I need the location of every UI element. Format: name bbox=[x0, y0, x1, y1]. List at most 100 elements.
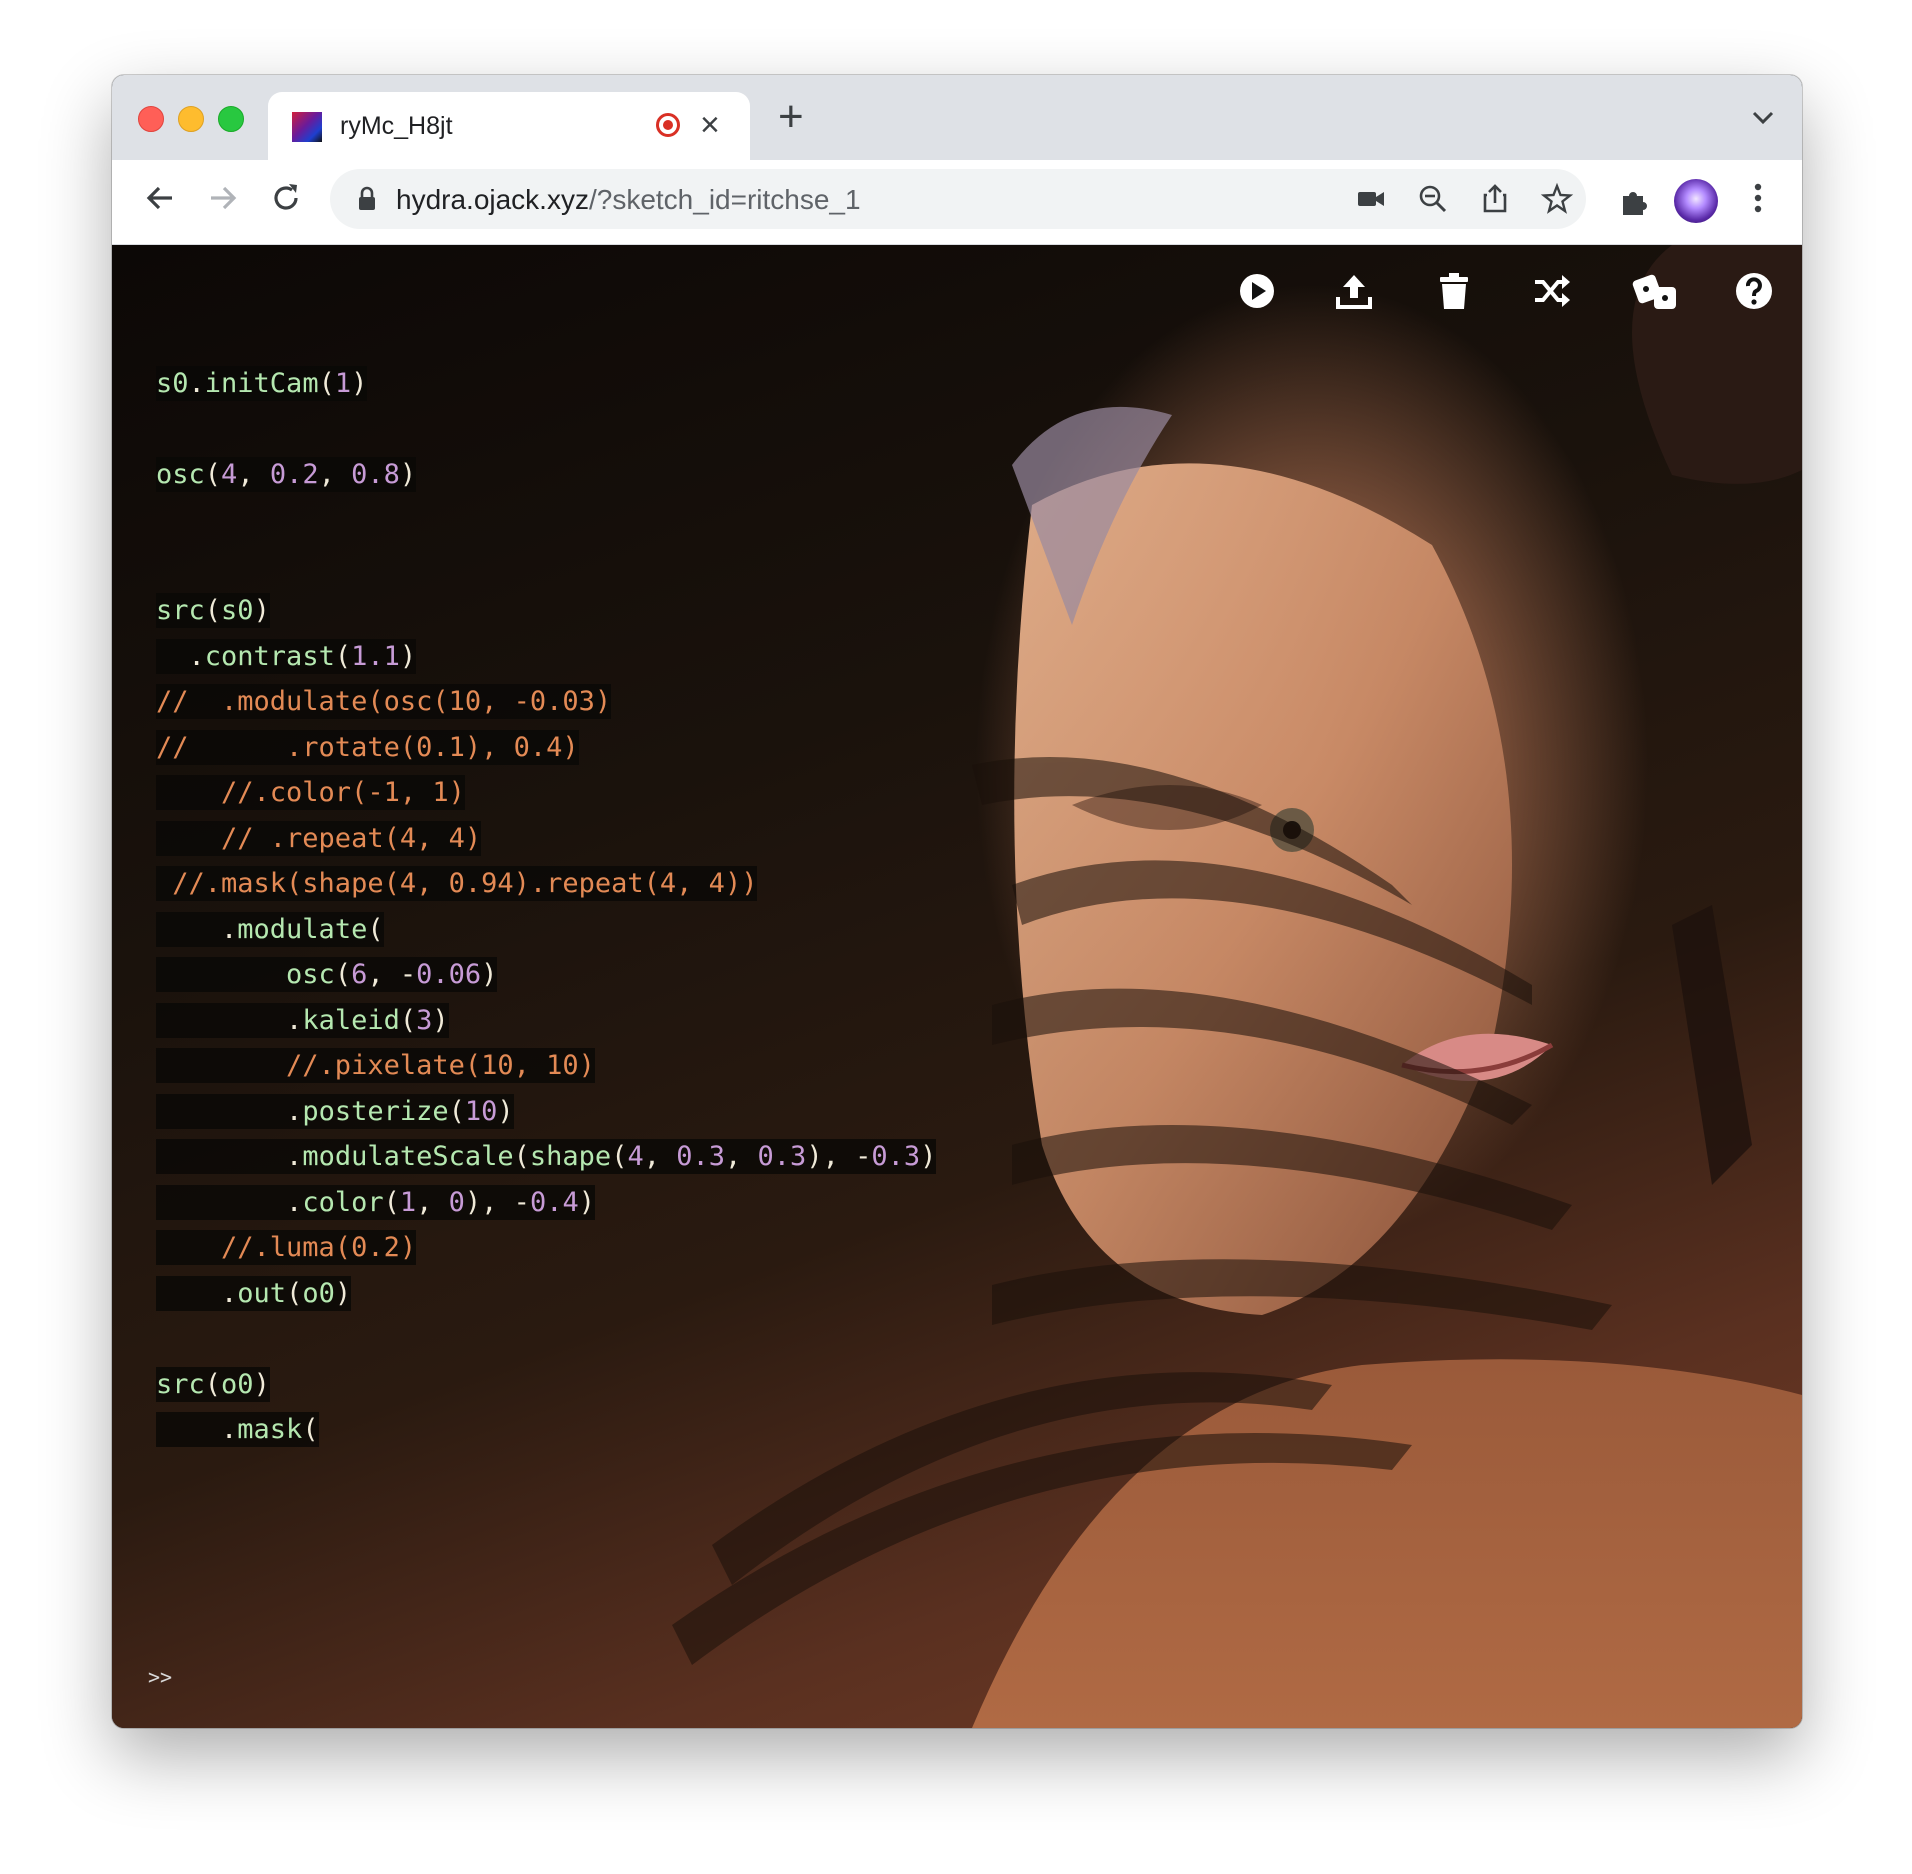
code-line-text: .modulate( bbox=[156, 911, 384, 947]
code-line[interactable]: .modulate( bbox=[156, 907, 936, 953]
code-token: ( bbox=[334, 640, 352, 672]
code-token: ( bbox=[334, 959, 352, 990]
extensions-icon[interactable] bbox=[1616, 184, 1652, 220]
zoom-out-icon[interactable] bbox=[1416, 182, 1450, 216]
back-button[interactable] bbox=[142, 180, 178, 224]
url-text[interactable]: hydra.ojack.xyz/?sketch_id=ritchse_1 bbox=[396, 184, 861, 216]
code-token: src bbox=[156, 1368, 205, 1400]
code-token: ( bbox=[318, 367, 335, 399]
code-line-text: s0.initCam(1) bbox=[156, 365, 368, 401]
code-line-text: .out(o0) bbox=[156, 1275, 352, 1311]
code-token: shape bbox=[529, 1141, 612, 1172]
code-token: contrast bbox=[204, 640, 335, 672]
code-line[interactable]: .color(1, 0), -0.4) bbox=[156, 1180, 936, 1226]
code-token: ( bbox=[367, 913, 384, 945]
shuffle-icon[interactable] bbox=[1532, 271, 1572, 311]
profile-avatar[interactable] bbox=[1674, 179, 1718, 223]
console-prompt[interactable]: >> bbox=[148, 1665, 172, 1689]
code-line[interactable] bbox=[156, 1316, 936, 1362]
code-line[interactable]: // .modulate(osc(10, -0.03) bbox=[156, 679, 936, 725]
camera-icon[interactable] bbox=[1354, 182, 1388, 216]
code-line[interactable]: //.luma(0.2) bbox=[156, 1225, 936, 1271]
upload-icon[interactable] bbox=[1334, 271, 1374, 311]
code-line-text: .modulateScale(shape(4, 0.3, 0.3), -0.3) bbox=[156, 1139, 937, 1174]
code-token: ) bbox=[497, 1095, 514, 1127]
code-line[interactable] bbox=[156, 406, 936, 452]
code-line[interactable]: //.color(-1, 1) bbox=[156, 770, 936, 816]
code-line-text: src(s0) bbox=[156, 593, 270, 628]
code-token: ), - bbox=[464, 1186, 530, 1218]
run-icon[interactable] bbox=[1237, 271, 1277, 311]
code-line[interactable] bbox=[156, 315, 936, 361]
hydra-canvas[interactable]: s0.initCam(1) osc(4, 0.2, 0.8) src(s0) .co… bbox=[112, 245, 1802, 1728]
code-line[interactable] bbox=[156, 543, 936, 589]
code-token: , bbox=[725, 1141, 758, 1172]
code-line[interactable]: src(s0) bbox=[156, 588, 936, 634]
tab-close-button[interactable]: × bbox=[700, 108, 720, 142]
tab-search-button[interactable] bbox=[1752, 105, 1774, 131]
random-dice-icon[interactable] bbox=[1632, 271, 1678, 311]
code-token: 4 bbox=[221, 458, 238, 490]
maximize-window-button[interactable] bbox=[218, 106, 244, 132]
close-window-button[interactable] bbox=[138, 106, 164, 132]
code-line[interactable] bbox=[156, 497, 936, 543]
reload-icon bbox=[274, 184, 298, 210]
code-token: ), - bbox=[806, 1141, 872, 1172]
code-line[interactable]: .posterize(10) bbox=[156, 1089, 936, 1135]
code-editor[interactable]: s0.initCam(1) osc(4, 0.2, 0.8) src(s0) .co… bbox=[156, 315, 937, 1453]
help-icon[interactable] bbox=[1734, 271, 1774, 311]
code-token: . bbox=[156, 1277, 238, 1309]
tab-active[interactable]: ryMc_H8jt × bbox=[268, 92, 750, 160]
code-line[interactable]: .out(o0) bbox=[156, 1271, 936, 1317]
code-line[interactable]: // .rotate(0.1), 0.4) bbox=[156, 725, 936, 771]
code-token: ( bbox=[399, 1004, 417, 1036]
clear-icon[interactable] bbox=[1434, 271, 1474, 311]
code-line[interactable]: // .repeat(4, 4) bbox=[156, 816, 936, 862]
code-token: 0.8 bbox=[351, 458, 400, 490]
code-token: s0 bbox=[156, 367, 189, 399]
code-line[interactable]: s0.initCam(1) bbox=[156, 361, 936, 407]
code-token: . bbox=[156, 1095, 303, 1127]
code-line[interactable]: .mask( bbox=[156, 1407, 936, 1453]
code-line-text: // .modulate(osc(10, -0.03) bbox=[156, 684, 612, 719]
code-token: out bbox=[237, 1277, 287, 1309]
code-line[interactable]: //.pixelate(10, 10) bbox=[156, 1043, 936, 1089]
code-line-text: //.color(-1, 1) bbox=[156, 775, 465, 810]
code-token: 1.1 bbox=[351, 640, 400, 672]
star-icon[interactable] bbox=[1540, 182, 1574, 216]
favicon-icon bbox=[292, 112, 322, 142]
code-token: 0.06 bbox=[416, 959, 482, 990]
code-line[interactable]: .kaleid(3) bbox=[156, 998, 936, 1044]
code-line-text: .color(1, 0), -0.4) bbox=[156, 1184, 595, 1220]
code-token: ) bbox=[432, 1004, 449, 1036]
code-line-text: .posterize(10) bbox=[156, 1093, 514, 1129]
code-line-text: .mask( bbox=[156, 1412, 319, 1447]
code-token: ( bbox=[204, 1368, 222, 1400]
code-line-text: osc(4, 0.2, 0.8) bbox=[156, 456, 417, 492]
code-token: 0 bbox=[448, 1186, 465, 1218]
more-menu-button[interactable] bbox=[1752, 180, 1764, 225]
more-icon bbox=[1754, 183, 1762, 213]
share-icon[interactable] bbox=[1478, 182, 1512, 216]
code-line[interactable]: .modulateScale(shape(4, 0.3, 0.3), -0.3) bbox=[156, 1134, 937, 1180]
code-token: ( bbox=[611, 1141, 628, 1172]
code-token: // .repeat(4, 4) bbox=[156, 822, 482, 854]
code-token: s0 bbox=[221, 595, 254, 626]
code-line[interactable]: //.mask(shape(4, 0.94).repeat(4, 4)) bbox=[156, 861, 936, 907]
code-token: modulate bbox=[237, 913, 368, 945]
forward-button[interactable] bbox=[205, 180, 241, 224]
reload-button[interactable] bbox=[268, 180, 304, 224]
address-bar[interactable]: hydra.ojack.xyz/?sketch_id=ritchse_1 bbox=[330, 169, 1586, 229]
minimize-window-button[interactable] bbox=[178, 106, 204, 132]
code-token: //.luma(0.2) bbox=[156, 1232, 417, 1263]
code-token: ) bbox=[399, 458, 417, 490]
code-line[interactable]: .contrast(1.1) bbox=[156, 634, 936, 680]
browser-window: ryMc_H8jt × + hydra.ojack.xyz/?sketch_id… bbox=[112, 75, 1802, 1728]
new-tab-button[interactable]: + bbox=[778, 95, 804, 139]
code-token: // .rotate(0.1), 0.4) bbox=[156, 731, 579, 763]
code-token: ( bbox=[383, 1186, 400, 1218]
code-line[interactable]: osc(4, 0.2, 0.8) bbox=[156, 452, 936, 498]
code-line[interactable]: src(o0) bbox=[156, 1362, 936, 1408]
code-line-text: //.luma(0.2) bbox=[156, 1230, 417, 1265]
code-line[interactable]: osc(6, -0.06) bbox=[156, 952, 936, 998]
